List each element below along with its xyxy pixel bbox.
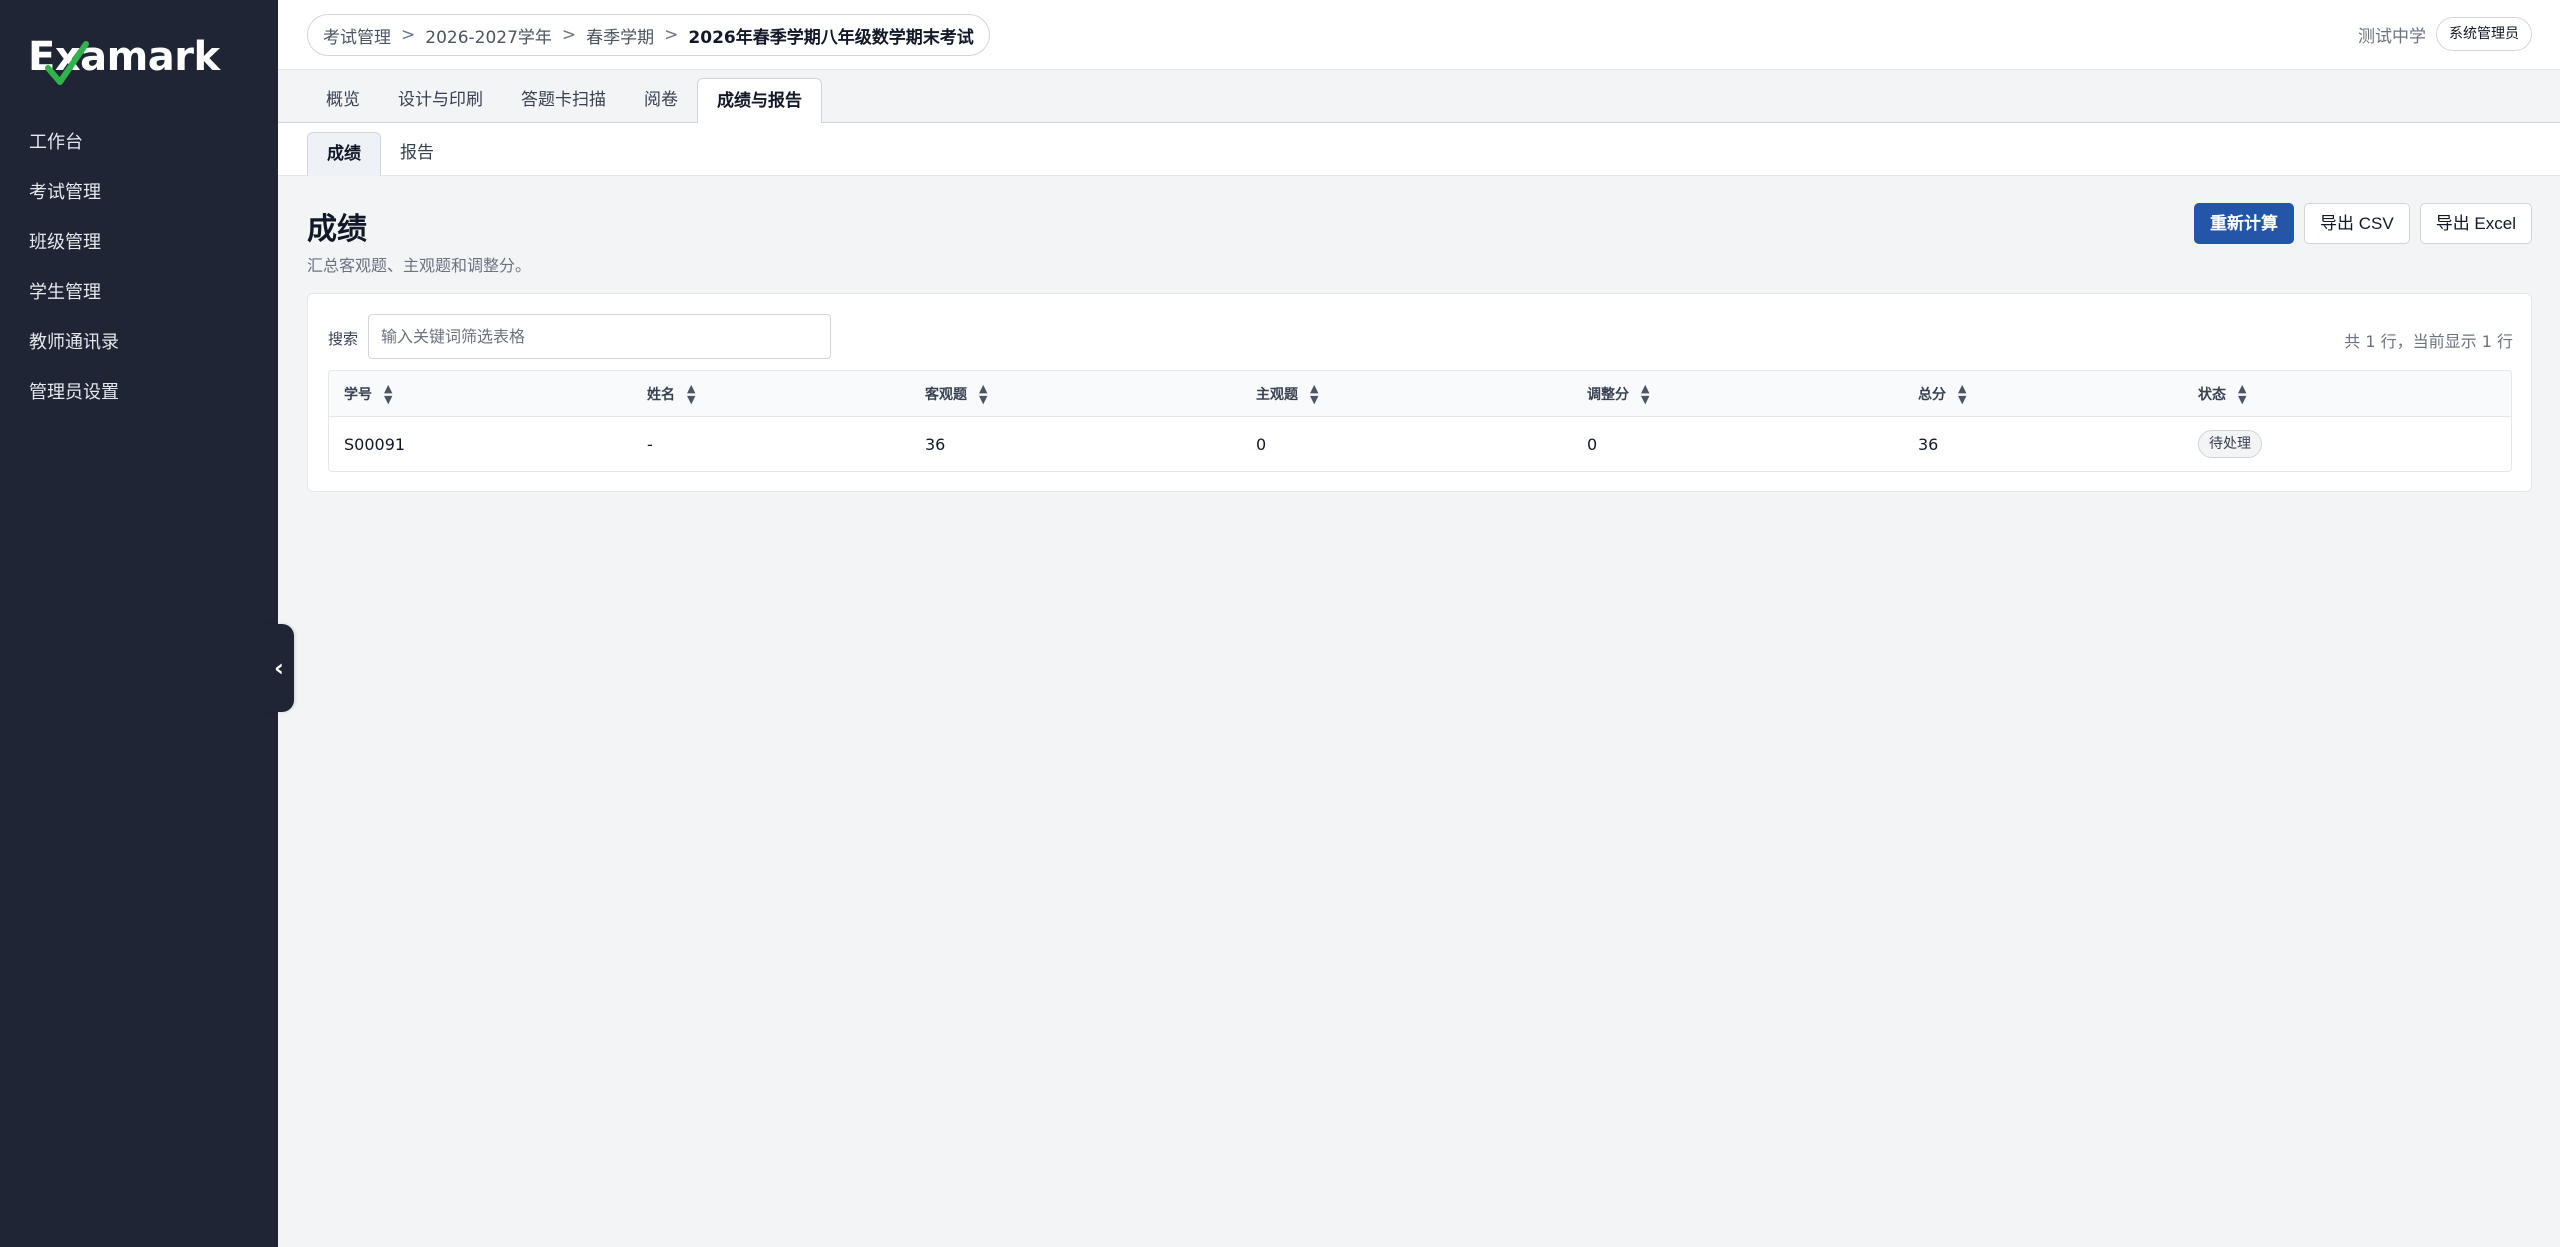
column-header-student-id[interactable]: 学号 ▲ ▼ (329, 371, 632, 416)
cell-adjustment: 0 (1587, 434, 1598, 454)
column-header-label: 姓名 (647, 386, 675, 403)
tab-answer-sheet-scan[interactable]: 答题卡扫描 (502, 78, 625, 123)
sidebar-item-workbench[interactable]: 工作台 (0, 118, 278, 168)
table-header-row: 学号 ▲ ▼ 姓名 ▲ ▼ 客观题 ▲ ▼ 主观题 ▲ ▼ 调整分 ▲ ▼ 总分 ▲ ▼ 状态 ▲ ▼ (329, 371, 2511, 417)
column-header-label: 总分 (1918, 386, 1946, 403)
sidebar-item-exam-management[interactable]: 考试管理 (0, 168, 278, 218)
sub-tabs: 成绩 报告 (307, 132, 453, 176)
cell-objective: 36 (925, 434, 946, 454)
tab-scores-reports[interactable]: 成绩与报告 (697, 78, 822, 124)
search-input[interactable] (368, 314, 831, 359)
breadcrumb-item-exam-management[interactable]: 考试管理 (323, 23, 391, 48)
top-header: 考试管理 > 2026-2027学年 > 春季学期 > 2026年春季学期八年级… (278, 0, 2560, 70)
sort-icon: ▲ ▼ (1958, 381, 1967, 406)
cell-total: 36 (1918, 434, 1939, 454)
column-header-subjective[interactable]: 主观题 ▲ ▼ (1241, 371, 1572, 416)
exam-tabs-bar: 概览 设计与印刷 答题卡扫描 阅卷 成绩与报告 (278, 70, 2560, 124)
sidebar-item-admin-settings[interactable]: 管理员设置 (0, 368, 278, 418)
sidebar-item-class-management[interactable]: 班级管理 (0, 218, 278, 268)
column-header-label: 状态 (2198, 386, 2226, 403)
column-header-name[interactable]: 姓名 ▲ ▼ (632, 371, 910, 416)
exam-tabs: 概览 设计与印刷 答题卡扫描 阅卷 成绩与报告 (307, 78, 822, 124)
column-header-total[interactable]: 总分 ▲ ▼ (1903, 371, 2183, 416)
page-title: 成绩 (307, 212, 367, 247)
cell-status: 待处理 (2183, 417, 2511, 471)
breadcrumb-separator: > (401, 25, 416, 45)
cell-name: - (647, 434, 653, 454)
sidebar: Examark 工作台 考试管理 班级管理 学生管理 教师通讯录 管理员设置 (0, 0, 278, 1247)
breadcrumb-item-current-exam: 2026年春季学期八年级数学期末考试 (688, 27, 974, 48)
breadcrumb-item-semester[interactable]: 春季学期 (586, 23, 654, 48)
sort-icon: ▲ ▼ (1310, 381, 1319, 406)
subtab-scores[interactable]: 成绩 (307, 132, 381, 176)
org-info: 测试中学 系统管理员 (2358, 16, 2532, 52)
row-count: 共 1 行，当前显示 1 行 (2344, 332, 2513, 351)
sidebar-nav: 工作台 考试管理 班级管理 学生管理 教师通讯录 管理员设置 (0, 118, 278, 418)
table-row[interactable]: S00091 - 36 0 0 36 待处理 (329, 417, 2511, 471)
column-header-label: 调整分 (1587, 386, 1629, 403)
column-header-objective[interactable]: 客观题 ▲ ▼ (910, 371, 1241, 416)
subtab-reports[interactable]: 报告 (381, 132, 453, 176)
checkmark-logo-icon (45, 41, 89, 85)
sort-icon: ▲ ▼ (2238, 381, 2247, 406)
tab-overview[interactable]: 概览 (307, 78, 379, 123)
column-header-label: 主观题 (1256, 386, 1298, 403)
recalculate-button[interactable]: 重新计算 (2194, 203, 2295, 244)
sort-icon: ▲ ▼ (384, 381, 393, 406)
breadcrumb-separator: > (664, 25, 679, 45)
column-header-status[interactable]: 状态 ▲ ▼ (2183, 371, 2511, 416)
tab-grading[interactable]: 阅卷 (625, 78, 697, 123)
sort-icon: ▲ ▼ (1641, 381, 1650, 406)
scores-table: 学号 ▲ ▼ 姓名 ▲ ▼ 客观题 ▲ ▼ 主观题 ▲ ▼ 调整分 ▲ ▼ 总分 ▲ ▼ 状态 ▲ ▼ S0… (328, 370, 2512, 472)
breadcrumb-item-school-year[interactable]: 2026-2027学年 (425, 23, 552, 48)
chevron-left-icon: ‹ (274, 654, 284, 682)
org-name: 测试中学 (2358, 26, 2426, 47)
sort-icon: ▲ ▼ (687, 381, 696, 406)
page-actions: 重新计算 导出 CSV 导出 Excel (2194, 203, 2532, 244)
sidebar-collapse-button[interactable]: ‹ (264, 624, 294, 712)
sidebar-item-student-management[interactable]: 学生管理 (0, 268, 278, 318)
status-badge: 待处理 (2198, 430, 2262, 458)
export-csv-button[interactable]: 导出 CSV (2304, 203, 2410, 244)
sub-tabs-bar: 成绩 报告 (278, 123, 2560, 176)
column-header-label: 客观题 (925, 386, 967, 403)
export-excel-button[interactable]: 导出 Excel (2419, 203, 2532, 244)
cell-student-id: S00091 (344, 434, 406, 454)
examark-logo[interactable]: Examark (28, 30, 220, 85)
column-header-adjustment[interactable]: 调整分 ▲ ▼ (1572, 371, 1903, 416)
scores-table-card: 搜索 共 1 行，当前显示 1 行 学号 ▲▼ 姓名 ▲▼ 客观题 ▲▼ 主观题 ▲▼ … (307, 293, 2532, 492)
sidebar-item-teacher-directory[interactable]: 教师通讯录 (0, 318, 278, 368)
cell-subjective: 0 (1256, 434, 1267, 454)
tab-design-print[interactable]: 设计与印刷 (379, 78, 502, 123)
breadcrumb-separator: > (561, 25, 577, 45)
column-header-label: 学号 (344, 386, 372, 403)
breadcrumb: 考试管理 > 2026-2027学年 > 春季学期 > 2026年春季学期八年级… (307, 14, 990, 56)
search-label: 搜索 (328, 330, 359, 348)
sort-icon: ▲ ▼ (979, 381, 988, 406)
user-role-badge[interactable]: 系统管理员 (2436, 17, 2532, 51)
page-description: 汇总客观题、主观题和调整分。 (307, 256, 532, 275)
